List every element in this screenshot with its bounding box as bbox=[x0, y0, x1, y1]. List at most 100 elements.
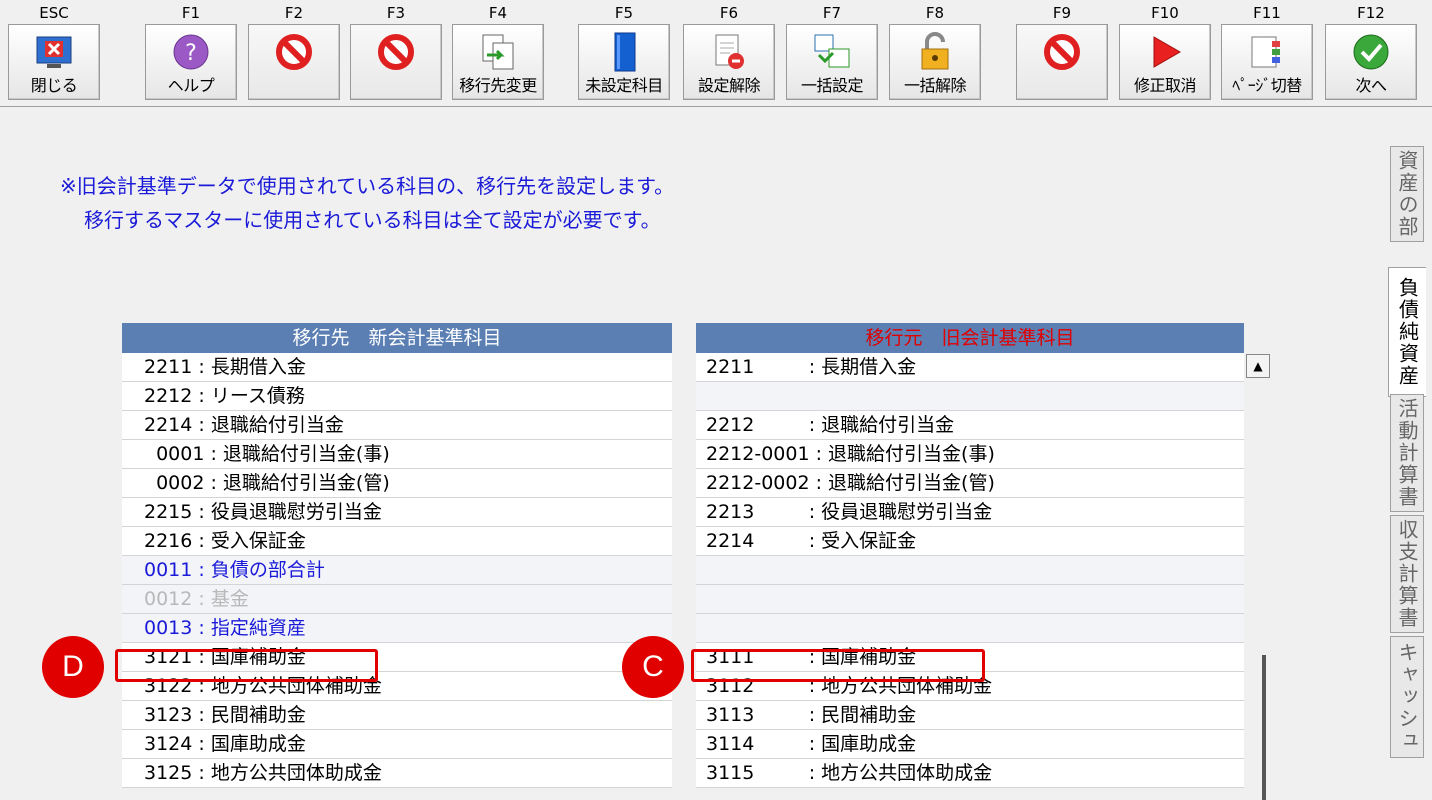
undo-play-icon bbox=[1144, 31, 1186, 73]
fkey-f4: F4 移行先変更 bbox=[452, 0, 544, 102]
button-label: 次へ bbox=[1355, 76, 1387, 95]
table-row[interactable]: 0001 : 退職給付引当金(事) bbox=[122, 440, 672, 469]
esc-button[interactable]: 閉じる bbox=[8, 24, 100, 100]
fkey-caption: F5 bbox=[614, 4, 634, 22]
f12-button[interactable]: 次へ bbox=[1325, 24, 1417, 100]
fkey-f3: F3 bbox=[350, 0, 442, 102]
close-window-icon bbox=[33, 31, 75, 73]
prohibited-icon bbox=[273, 31, 315, 73]
table-row[interactable]: 2214 : 退職給付引当金 bbox=[122, 411, 672, 440]
fkey-caption: F2 bbox=[284, 4, 304, 22]
highlight-left-row bbox=[115, 649, 378, 682]
fkey-f5: F5 未設定科目 bbox=[578, 0, 670, 102]
table-row[interactable]: 2212-0001 : 退職給付引当金(事) bbox=[696, 440, 1244, 469]
fkey-f11: F11 ﾍﾟｰｼﾞ切替 bbox=[1221, 0, 1313, 102]
f5-button[interactable]: 未設定科目 bbox=[578, 24, 670, 100]
button-label: 移行先変更 bbox=[459, 76, 537, 95]
page-switch-icon bbox=[1246, 31, 1288, 73]
table-row[interactable]: 3114 : 国庫助成金 bbox=[696, 730, 1244, 759]
table-row[interactable]: 2214 : 受入保証金 bbox=[696, 527, 1244, 556]
table-row[interactable]: 2212-0002 : 退職給付引当金(管) bbox=[696, 469, 1244, 498]
table-row[interactable]: 2212 : リース債務 bbox=[122, 382, 672, 411]
fkey-caption: ESC bbox=[39, 4, 69, 22]
table-row[interactable]: 2213 : 役員退職慰労引当金 bbox=[696, 498, 1244, 527]
f2-button[interactable] bbox=[248, 24, 340, 100]
table-row[interactable] bbox=[696, 585, 1244, 614]
highlight-right-row bbox=[691, 649, 985, 682]
table-row[interactable]: 3113 : 民間補助金 bbox=[696, 701, 1244, 730]
f1-button[interactable]: ? ヘルプ bbox=[145, 24, 237, 100]
table-row[interactable]: 3123 : 民間補助金 bbox=[122, 701, 672, 730]
fkey-esc: ESC 閉じる bbox=[8, 0, 100, 102]
fkey-caption: F7 bbox=[822, 4, 842, 22]
right-account-list: 2211 : 長期借入金 2212 : 退職給付引当金 2212-0001 : 退職… bbox=[696, 353, 1244, 788]
button-label: ヘルプ bbox=[167, 76, 215, 95]
instruction-line-2: 移行するマスターに使用されている科目は全て設定が必要です。 bbox=[84, 208, 661, 232]
instruction-line-1: ※旧会計基準データで使用されている科目の、移行先を設定します。 bbox=[60, 174, 675, 198]
batch-set-icon bbox=[811, 31, 853, 73]
fkey-f8: F8 一括解除 bbox=[889, 0, 981, 102]
button-label: 閉じる bbox=[30, 76, 78, 95]
function-key-toolbar: ESC 閉じる F1? ヘルプ F2 F3 F4 移行先変更 F5 未設定科目 F6 設定解除 F7 一括… bbox=[0, 0, 1432, 107]
check-next-icon bbox=[1350, 31, 1392, 73]
f6-button[interactable]: 設定解除 bbox=[683, 24, 775, 100]
fkey-caption: F11 bbox=[1253, 4, 1281, 22]
f3-button[interactable] bbox=[350, 24, 442, 100]
table-row[interactable]: 0013 : 指定純資産 bbox=[122, 614, 672, 643]
fkey-f10: F10 修正取消 bbox=[1119, 0, 1211, 102]
button-label: 設定解除 bbox=[697, 76, 761, 95]
f7-button[interactable]: 一括設定 bbox=[786, 24, 878, 100]
left-panel-header: 移行先 新会計基準科目 bbox=[122, 323, 672, 353]
side-tab-2[interactable]: 負債純資産 bbox=[1388, 267, 1426, 397]
f4-button[interactable]: 移行先変更 bbox=[452, 24, 544, 100]
table-row[interactable] bbox=[696, 556, 1244, 585]
button-label: 修正取消 bbox=[1133, 76, 1197, 95]
svg-text:?: ? bbox=[185, 41, 197, 66]
fkey-f9: F9 bbox=[1016, 0, 1108, 102]
fkey-f7: F7 一括設定 bbox=[786, 0, 878, 102]
table-row[interactable]: 0012 : 基金 bbox=[122, 585, 672, 614]
f10-button[interactable]: 修正取消 bbox=[1119, 24, 1211, 100]
side-tab-3[interactable]: 活動計算書 bbox=[1390, 394, 1424, 512]
table-row[interactable] bbox=[696, 382, 1244, 411]
scrollbar-thumb[interactable] bbox=[1262, 655, 1266, 800]
table-row[interactable]: 3115 : 地方公共団体助成金 bbox=[696, 759, 1244, 788]
f8-button[interactable]: 一括解除 bbox=[889, 24, 981, 100]
table-row[interactable]: 0011 : 負債の部合計 bbox=[122, 556, 672, 585]
badge-d: D bbox=[42, 636, 104, 698]
fkey-caption: F12 bbox=[1357, 4, 1385, 22]
table-row[interactable]: 2211 : 長期借入金 bbox=[122, 353, 672, 382]
f11-button[interactable]: ﾍﾟｰｼﾞ切替 bbox=[1221, 24, 1313, 100]
help-icon: ? bbox=[170, 31, 212, 73]
right-panel-header: 移行元 旧会計基準科目 bbox=[696, 323, 1244, 353]
fkey-caption: F3 bbox=[386, 4, 406, 22]
fkey-caption: F6 bbox=[719, 4, 739, 22]
scrollbar-track[interactable] bbox=[1246, 378, 1270, 800]
fkey-f6: F6 設定解除 bbox=[683, 0, 775, 102]
table-row[interactable]: 3124 : 国庫助成金 bbox=[122, 730, 672, 759]
table-row[interactable]: 0002 : 退職給付引当金(管) bbox=[122, 469, 672, 498]
table-row[interactable]: 2215 : 役員退職慰労引当金 bbox=[122, 498, 672, 527]
button-label: 一括解除 bbox=[903, 76, 967, 95]
fkey-caption: F10 bbox=[1151, 4, 1179, 22]
transfer-change-icon bbox=[477, 31, 519, 73]
fkey-caption: F4 bbox=[488, 4, 508, 22]
table-row[interactable]: 2212 : 退職給付引当金 bbox=[696, 411, 1244, 440]
table-row[interactable]: 2211 : 長期借入金 bbox=[696, 353, 1244, 382]
unlock-icon bbox=[914, 31, 956, 73]
f9-button[interactable] bbox=[1016, 24, 1108, 100]
fkey-f2: F2 bbox=[248, 0, 340, 102]
table-row[interactable]: 3125 : 地方公共団体助成金 bbox=[122, 759, 672, 788]
fkey-caption: F8 bbox=[925, 4, 945, 22]
side-tab-4[interactable]: 収支計算書 bbox=[1390, 515, 1424, 633]
fkey-f1: F1? ヘルプ bbox=[145, 0, 237, 102]
table-row[interactable] bbox=[696, 614, 1244, 643]
fkey-caption: F9 bbox=[1052, 4, 1072, 22]
button-label: 未設定科目 bbox=[585, 76, 663, 95]
side-tab-1[interactable]: 資産の部 bbox=[1390, 146, 1424, 242]
left-account-list: 2211 : 長期借入金 2212 : リース債務 2214 : 退職給付引当金 0… bbox=[122, 353, 672, 788]
scroll-up-button[interactable]: ▲ bbox=[1246, 354, 1270, 378]
table-row[interactable]: 2216 : 受入保証金 bbox=[122, 527, 672, 556]
button-label: ﾍﾟｰｼﾞ切替 bbox=[1232, 76, 1302, 95]
side-tab-5[interactable]: キャッシュ bbox=[1390, 636, 1424, 758]
